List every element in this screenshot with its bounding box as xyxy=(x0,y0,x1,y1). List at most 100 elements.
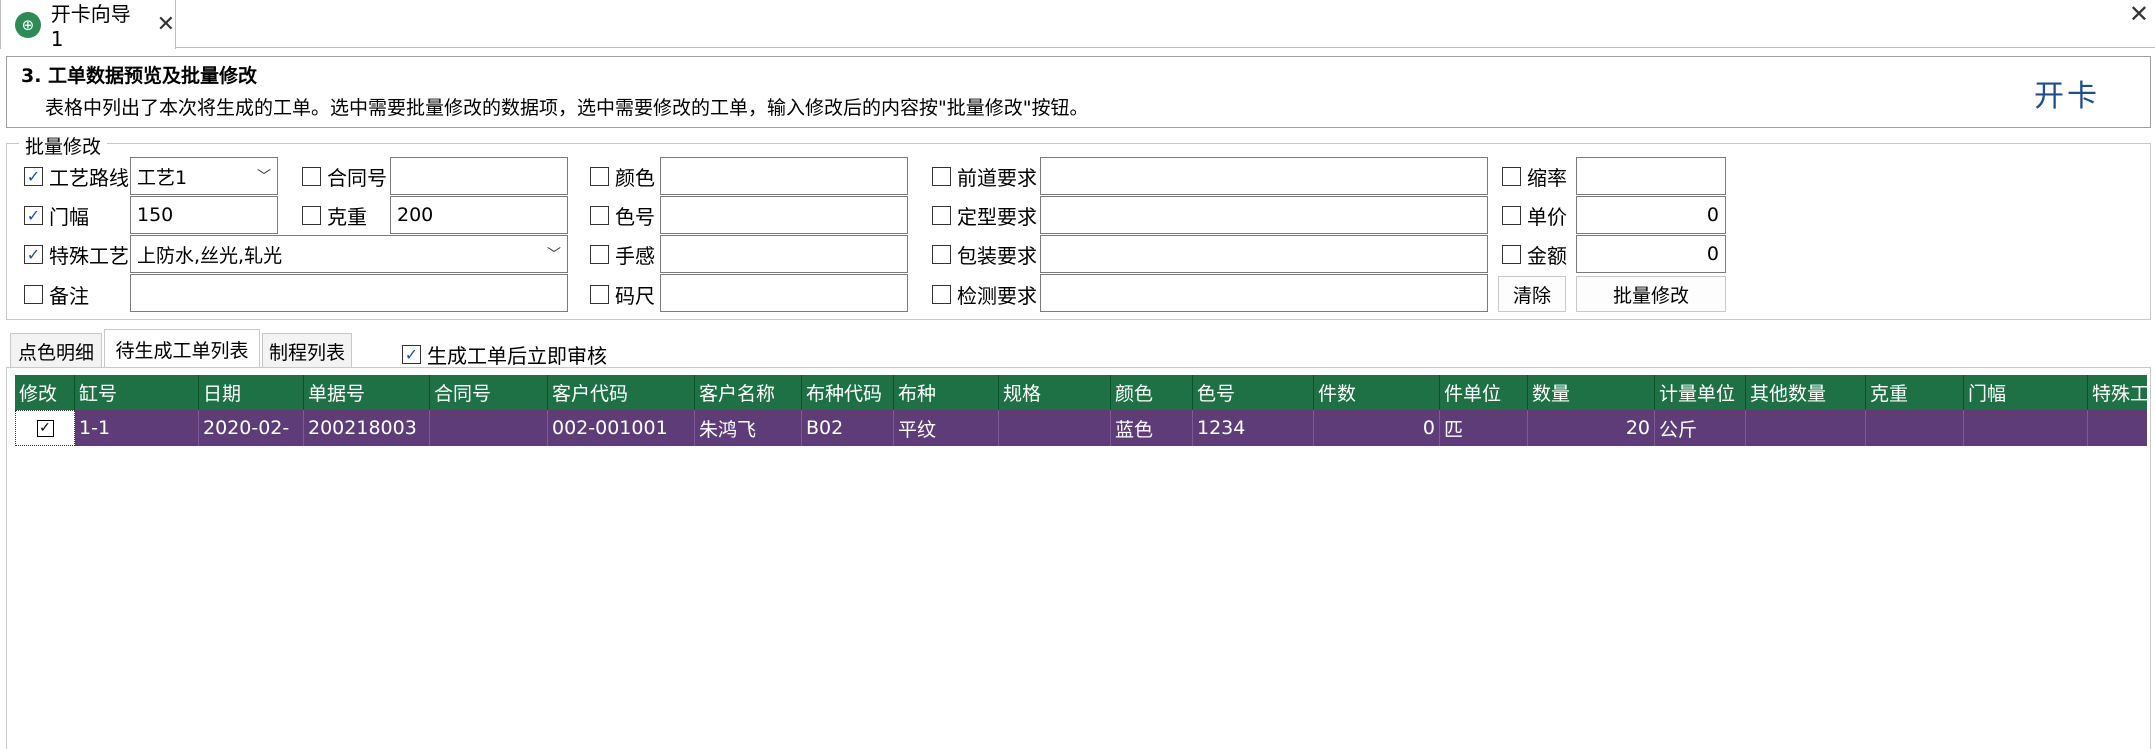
cell-contract[interactable] xyxy=(430,410,548,446)
pack-req-checkbox-row[interactable]: 包装要求 xyxy=(932,240,1037,269)
cell-doc-no[interactable]: 200218003 xyxy=(304,410,430,446)
weight-input[interactable]: 200 xyxy=(390,196,568,234)
cell-customer-name[interactable]: 朱鸿飞 xyxy=(695,410,802,446)
weight-checkbox-row[interactable]: 克重 xyxy=(302,201,367,230)
width-input[interactable]: 150 xyxy=(130,196,278,234)
unit-price-input[interactable]: 0 xyxy=(1576,196,1726,234)
cell-width[interactable] xyxy=(1964,410,2088,446)
batch-modify-button[interactable]: 批量修改 xyxy=(1576,276,1726,312)
col-header[interactable]: 修改 xyxy=(15,375,75,410)
col-header[interactable]: 其他数量 xyxy=(1746,375,1866,410)
cell-date[interactable]: 2020-02- xyxy=(199,410,304,446)
setting-req-checkbox-row[interactable]: 定型要求 xyxy=(932,201,1037,230)
pack-req-input[interactable] xyxy=(1040,235,1488,273)
cell-pieces[interactable]: 0 xyxy=(1314,410,1440,446)
amount-checkbox[interactable] xyxy=(1502,245,1521,264)
window-close-icon[interactable]: ✕ xyxy=(2129,0,2149,28)
chevron-down-icon[interactable]: ﹀ xyxy=(547,244,561,264)
cell-customer-code[interactable]: 002-001001 xyxy=(548,410,695,446)
color-no-input[interactable] xyxy=(660,196,908,234)
cell-quantity[interactable]: 20 xyxy=(1528,410,1655,446)
tab-pending-orders[interactable]: 待生成工单列表 xyxy=(104,329,260,369)
pre-req-input[interactable] xyxy=(1040,157,1488,195)
color-input[interactable] xyxy=(660,157,908,195)
tab-open-card-wizard[interactable]: ⊕ 开卡向导1 ✕ xyxy=(0,0,176,51)
col-header[interactable]: 数量 xyxy=(1528,375,1655,410)
tab-color-detail[interactable]: 点色明细 xyxy=(10,333,102,369)
cell-color-no[interactable]: 1234 xyxy=(1193,410,1314,446)
route-select[interactable]: 工艺1 ﹀ xyxy=(130,157,278,195)
remark-checkbox[interactable] xyxy=(24,285,43,304)
col-header[interactable]: 布种 xyxy=(894,375,999,410)
cell-fabric[interactable]: 平纹 xyxy=(894,410,999,446)
test-req-input[interactable] xyxy=(1040,274,1488,312)
col-header[interactable]: 日期 xyxy=(199,375,304,410)
test-req-checkbox-row[interactable]: 检测要求 xyxy=(932,280,1037,309)
col-header[interactable]: 合同号 xyxy=(430,375,548,410)
cell-piece-unit[interactable]: 匹 xyxy=(1440,410,1528,446)
unit-price-checkbox[interactable] xyxy=(1502,206,1521,225)
col-header[interactable]: 布种代码 xyxy=(802,375,894,410)
contract-checkbox-row[interactable]: 合同号 xyxy=(302,162,387,191)
color-checkbox[interactable] xyxy=(590,167,609,186)
cell-color[interactable]: 蓝色 xyxy=(1111,410,1193,446)
tab-process-list[interactable]: 制程列表 xyxy=(262,333,352,369)
row-checkbox[interactable]: ✓ xyxy=(36,419,54,437)
special-select[interactable]: 上防水,丝光,轧光 ﹀ xyxy=(130,235,568,273)
pre-req-checkbox[interactable] xyxy=(932,167,951,186)
row-select-cell[interactable]: ✓ xyxy=(15,410,75,446)
special-checkbox-row[interactable]: ✓ 特殊工艺 xyxy=(24,240,129,269)
col-header[interactable]: 件数 xyxy=(1314,375,1440,410)
setting-req-checkbox[interactable] xyxy=(932,206,951,225)
yard-input[interactable] xyxy=(660,274,908,312)
hand-feel-input[interactable] xyxy=(660,235,908,273)
pack-req-checkbox[interactable] xyxy=(932,245,951,264)
cell-other-qty[interactable] xyxy=(1746,410,1866,446)
audit-checkbox-row[interactable]: ✓ 生成工单后立即审核 xyxy=(402,340,607,369)
width-checkbox-row[interactable]: ✓ 门幅 xyxy=(24,201,89,230)
col-header[interactable]: 克重 xyxy=(1866,375,1964,410)
col-header[interactable]: 规格 xyxy=(999,375,1111,410)
contract-checkbox[interactable] xyxy=(302,167,321,186)
col-header[interactable]: 色号 xyxy=(1193,375,1314,410)
route-checkbox-row[interactable]: ✓ 工艺路线 xyxy=(24,162,129,191)
cell-spec[interactable] xyxy=(999,410,1111,446)
shrink-checkbox-row[interactable]: 缩率 xyxy=(1502,162,1567,191)
pre-req-checkbox-row[interactable]: 前道要求 xyxy=(932,162,1037,191)
cell-fabric-code[interactable]: B02 xyxy=(802,410,894,446)
audit-checkbox[interactable]: ✓ xyxy=(402,345,421,364)
shrink-input[interactable] xyxy=(1576,157,1726,195)
clear-button[interactable]: 清除 xyxy=(1498,276,1566,312)
col-header[interactable]: 门幅 xyxy=(1964,375,2088,410)
yard-checkbox-row[interactable]: 码尺 xyxy=(590,280,655,309)
col-header[interactable]: 缸号 xyxy=(75,375,199,410)
width-checkbox[interactable]: ✓ xyxy=(24,206,43,225)
close-icon[interactable]: ✕ xyxy=(157,12,175,37)
special-checkbox[interactable]: ✓ xyxy=(24,245,43,264)
chevron-down-icon[interactable]: ﹀ xyxy=(257,166,271,186)
remark-input[interactable] xyxy=(130,274,568,312)
table-row[interactable]: ✓ 1-1 2020-02- 200218003 002-001001 朱鸿飞 … xyxy=(15,410,2147,446)
color-no-checkbox-row[interactable]: 色号 xyxy=(590,201,655,230)
col-header[interactable]: 单据号 xyxy=(304,375,430,410)
route-checkbox[interactable]: ✓ xyxy=(24,167,43,186)
unit-price-checkbox-row[interactable]: 单价 xyxy=(1502,201,1567,230)
hand-feel-checkbox[interactable] xyxy=(590,245,609,264)
contract-input[interactable] xyxy=(390,157,568,195)
cell-special[interactable] xyxy=(2088,410,2147,446)
cell-weight[interactable] xyxy=(1866,410,1964,446)
col-header[interactable]: 客户代码 xyxy=(548,375,695,410)
remark-checkbox-row[interactable]: 备注 xyxy=(24,280,89,309)
amount-checkbox-row[interactable]: 金额 xyxy=(1502,240,1567,269)
cell-vat-no[interactable]: 1-1 xyxy=(75,410,199,446)
col-header[interactable]: 件单位 xyxy=(1440,375,1528,410)
shrink-checkbox[interactable] xyxy=(1502,167,1521,186)
hand-feel-checkbox-row[interactable]: 手感 xyxy=(590,240,655,269)
weight-checkbox[interactable] xyxy=(302,206,321,225)
col-header[interactable]: 计量单位 xyxy=(1655,375,1746,410)
cell-unit[interactable]: 公斤 xyxy=(1655,410,1746,446)
setting-req-input[interactable] xyxy=(1040,196,1488,234)
test-req-checkbox[interactable] xyxy=(932,285,951,304)
color-no-checkbox[interactable] xyxy=(590,206,609,225)
yard-checkbox[interactable] xyxy=(590,285,609,304)
